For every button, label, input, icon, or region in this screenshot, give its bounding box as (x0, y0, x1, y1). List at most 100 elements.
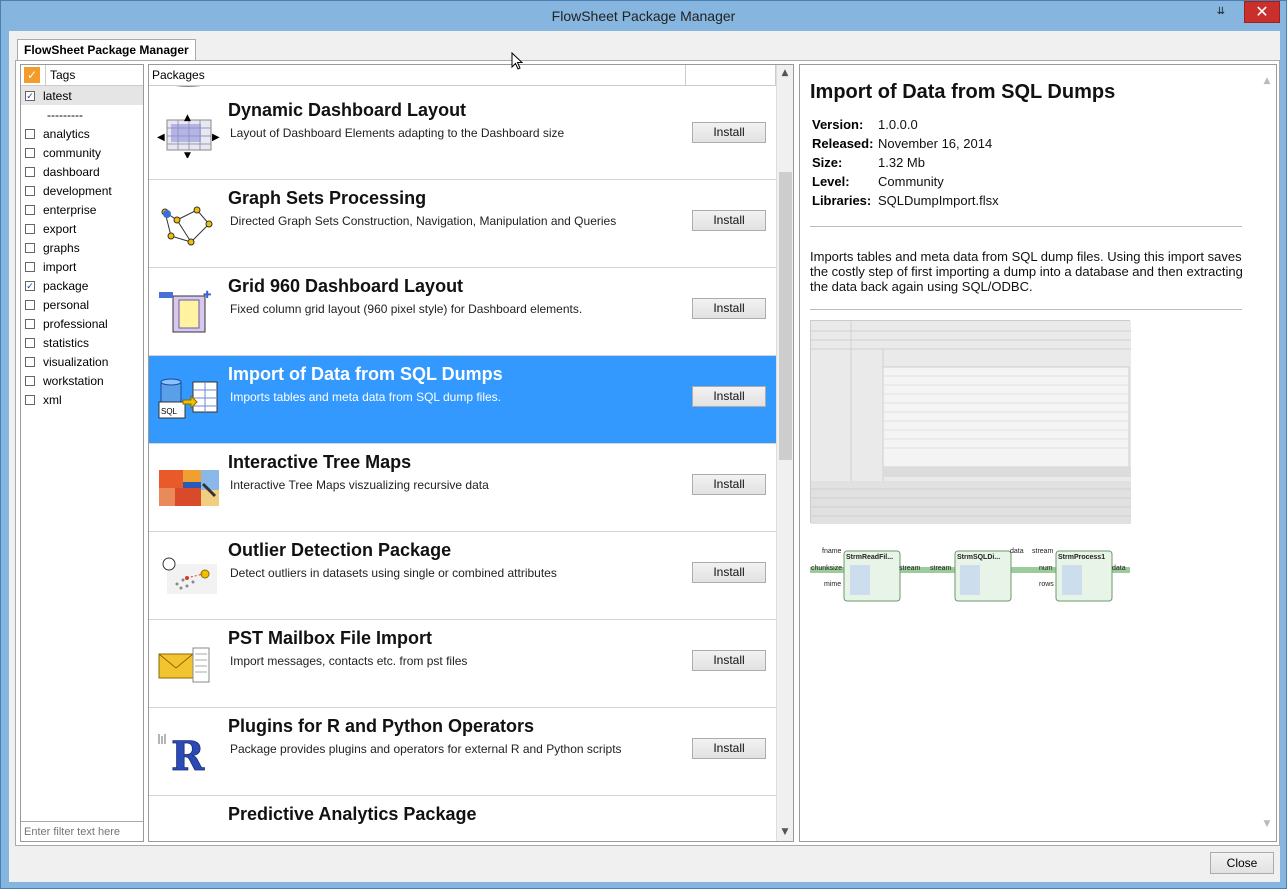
install-button[interactable]: Install (692, 738, 766, 759)
package-description: Fixed column grid layout (960 pixel styl… (230, 302, 583, 316)
package-description: Layout of Dashboard Elements adapting to… (230, 126, 565, 140)
flow-port-label: stream (1032, 548, 1054, 555)
meta-key: Size: (812, 155, 843, 170)
tag-item-dashboard[interactable]: dashboard (21, 162, 143, 181)
tab-package-manager[interactable]: FlowSheet Package Manager (17, 39, 196, 61)
tag-checkbox[interactable] (25, 356, 35, 367)
install-column-header[interactable] (686, 65, 776, 85)
svg-text:▼: ▼ (184, 151, 191, 158)
tag-filter-input[interactable] (21, 821, 143, 841)
tag-label: latest (43, 88, 72, 103)
tag-item-import[interactable]: import (21, 257, 143, 276)
flow-port-label: stream (930, 565, 952, 572)
tag-item-development[interactable]: development (21, 181, 143, 200)
install-button[interactable]: Install (692, 562, 766, 583)
tag-checkbox[interactable] (25, 147, 35, 158)
window-close-icon[interactable]: ✕ (1244, 1, 1280, 23)
tag-checkbox[interactable] (25, 128, 35, 139)
tag-item-workstation[interactable]: workstation (21, 371, 143, 390)
svg-text:▶: ▶ (212, 132, 220, 143)
package-item[interactable]: Predictive Analytics Package (149, 796, 776, 841)
tag-checkbox[interactable] (25, 185, 35, 196)
tags-header-label: Tags (45, 64, 143, 86)
package-item[interactable]: ◀ ▶ ▲ ▼ Dynamic Dashboard Layout Layout of Da… (149, 92, 776, 180)
detail-scrollbar[interactable]: ▲ ▼ (1258, 65, 1276, 841)
package-item[interactable]: Outlier Detection Package Detect outliers… (149, 532, 776, 620)
tag-checkbox[interactable] (25, 318, 35, 329)
tag-item-graphs[interactable]: graphs (21, 238, 143, 257)
tag-checkbox[interactable] (25, 166, 35, 177)
scroll-thumb[interactable] (779, 172, 792, 460)
install-button[interactable]: Install (692, 298, 766, 319)
svg-text:R: R (171, 733, 205, 774)
tag-separator: --------- (21, 105, 143, 124)
install-button[interactable]: Install (692, 122, 766, 143)
package-item[interactable]: Interactive Tree Maps Interactive Tree Ma… (149, 444, 776, 532)
outlier-icon (162, 557, 217, 594)
meta-key: Version: (812, 117, 864, 132)
package-description: Interactive Tree Maps viszualizing recur… (230, 478, 489, 492)
tag-checkbox[interactable] (25, 375, 35, 386)
tag-item-community[interactable]: community (21, 143, 143, 162)
package-description: Imports tables and meta data from SQL du… (230, 390, 502, 404)
detail-title: Import of Data from SQL Dumps (810, 81, 1116, 103)
package-item[interactable]: SQL Import of Data from SQL Dumps Imports … (149, 356, 776, 444)
tag-item-package[interactable]: ✓ package (21, 276, 143, 295)
table-preview-image (810, 320, 1131, 524)
scroll-up-icon[interactable]: ▲ (777, 65, 793, 82)
tag-label: development (43, 183, 112, 198)
install-button[interactable]: Install (692, 210, 766, 231)
tag-label: dashboard (43, 164, 100, 179)
packages-scrollbar[interactable]: ▲ ▼ (776, 65, 793, 841)
tag-checkbox[interactable]: ✓ (25, 280, 35, 291)
select-all-checkbox[interactable]: ✓ (24, 67, 40, 83)
install-button[interactable]: Install (692, 650, 766, 671)
scroll-up-icon[interactable]: ▲ (1258, 73, 1276, 90)
tag-checkbox[interactable] (25, 337, 35, 348)
detail-meta: Version: 1.0.0.0 Released: November 16, 201… (812, 117, 999, 212)
tag-label: export (43, 221, 77, 236)
tag-item-visualization[interactable]: visualization (21, 352, 143, 371)
tag-item-statistics[interactable]: statistics (21, 333, 143, 352)
tag-label: community (43, 145, 102, 160)
tag-checkbox[interactable] (25, 223, 35, 234)
scroll-down-icon[interactable]: ▼ (777, 824, 793, 841)
package-name: Dynamic Dashboard Layout (228, 100, 467, 120)
package-item[interactable]: PST Mailbox File Import Import messages, … (149, 620, 776, 708)
meta-value: SQLDumpImport.flsx (878, 193, 999, 208)
close-button[interactable]: Close (1210, 852, 1274, 874)
package-item[interactable]: Graph Sets Processing Directed Graph Sets… (149, 180, 776, 268)
tag-checkbox[interactable] (25, 299, 35, 310)
tag-item-latest[interactable]: ✓ latest (21, 86, 143, 105)
package-item[interactable]: ✚ Grid 960 Dashboard Layout Fixed column g… (149, 268, 776, 356)
scroll-down-icon[interactable]: ▼ (1258, 816, 1276, 833)
tag-item-export[interactable]: export (21, 219, 143, 238)
tag-item-xml[interactable]: xml (21, 390, 143, 409)
package-name: Predictive Analytics Package (228, 804, 477, 824)
meta-row: Size: 1.32 Mb (812, 155, 999, 174)
graph-nodes-icon (161, 206, 213, 246)
window-title: FlowSheet Package Manager (551, 8, 736, 24)
packages-column-header[interactable]: Packages (149, 65, 686, 85)
package-description: Import messages, contacts etc. from pst … (230, 654, 468, 668)
meta-key: Level: (812, 174, 850, 189)
install-button[interactable]: Install (692, 474, 766, 495)
tag-checkbox[interactable] (25, 204, 35, 215)
tag-item-analytics[interactable]: analytics (21, 124, 143, 143)
tag-label: visualization (43, 354, 109, 369)
install-button[interactable]: Install (692, 386, 766, 407)
package-item[interactable]: R Plugins for R and Python Operators Packa… (149, 708, 776, 796)
treemap-icon (159, 470, 219, 506)
package-name: PST Mailbox File Import (228, 628, 433, 648)
tag-checkbox[interactable] (25, 261, 35, 272)
package-name: Plugins for R and Python Operators (228, 716, 535, 736)
tag-item-professional[interactable]: professional (21, 314, 143, 333)
tag-checkbox[interactable]: ✓ (25, 90, 35, 101)
flow-preview-graphic: StrmReadFil... StrmSQLDi... StrmProcess1… (810, 548, 1130, 602)
tag-checkbox[interactable] (25, 394, 35, 405)
window-menu-icon[interactable]: ⇊ (1214, 5, 1228, 19)
tag-item-personal[interactable]: personal (21, 295, 143, 314)
tag-checkbox[interactable] (25, 242, 35, 253)
tag-item-enterprise[interactable]: enterprise (21, 200, 143, 219)
detail-description: Imports tables and meta data from SQL du… (810, 249, 1243, 294)
